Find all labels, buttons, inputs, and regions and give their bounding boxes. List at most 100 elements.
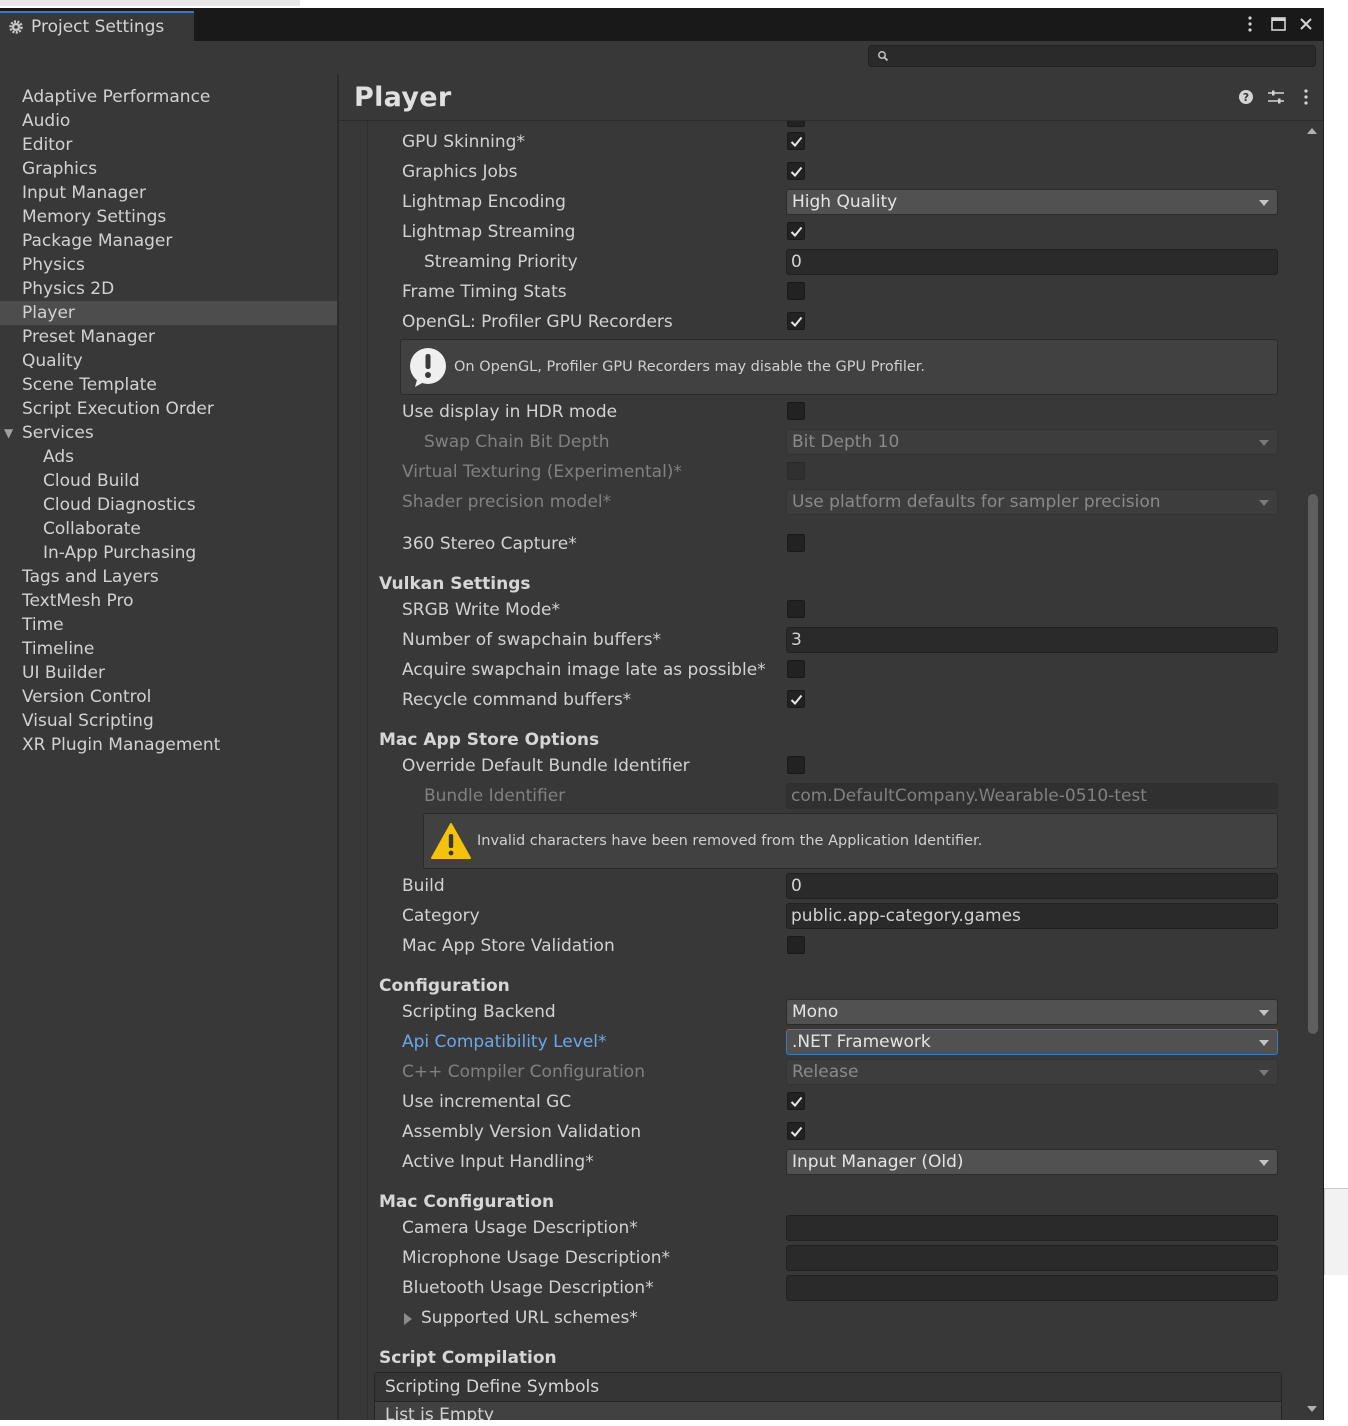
- sidebar-item-label: Physics: [22, 255, 85, 275]
- sidebar-item-time[interactable]: Time: [0, 613, 337, 637]
- sidebar-item-label: Time: [22, 615, 64, 635]
- row-override-bundle: Override Default Bundle Identifier: [368, 751, 1294, 781]
- sidebar-item-label: Cloud Build: [43, 471, 140, 491]
- sidebar-item-player[interactable]: Player: [0, 301, 337, 325]
- row-label: Lightmap Encoding: [402, 192, 566, 212]
- help-icon[interactable]: ?: [1237, 88, 1255, 106]
- bluetooth-usage-field[interactable]: [786, 1275, 1278, 1301]
- sidebar-item-textmesh-pro[interactable]: TextMesh Pro: [0, 589, 337, 613]
- build-field[interactable]: 0: [786, 873, 1278, 899]
- tab-title: Project Settings: [31, 17, 165, 37]
- sidebar-item-preset-manager[interactable]: Preset Manager: [0, 325, 337, 349]
- row-label: Graphics Jobs: [402, 162, 518, 182]
- sidebar-item-label: UI Builder: [22, 663, 105, 683]
- row-assembly-validation: Assembly Version Validation: [368, 1117, 1294, 1147]
- sidebar-item-quality[interactable]: Quality: [0, 349, 337, 373]
- section-header: Mac App Store Options: [379, 730, 600, 750]
- gpu-skinning-checkbox[interactable]: [787, 132, 805, 150]
- bundle-identifier-field: com.DefaultCompany.Wearable-0510-test: [786, 783, 1278, 809]
- warning-icon: [431, 823, 471, 859]
- input-handling-dropdown[interactable]: Input Manager (Old): [786, 1149, 1278, 1175]
- app-store-validation-checkbox[interactable]: [787, 936, 805, 954]
- sidebar-item-in-app-purchasing[interactable]: In-App Purchasing: [0, 541, 337, 565]
- sidebar-item-ui-builder[interactable]: UI Builder: [0, 661, 337, 685]
- frame-timing-checkbox[interactable]: [787, 282, 805, 300]
- hdr-mode-checkbox[interactable]: [787, 402, 805, 420]
- sidebar-item-collaborate[interactable]: Collaborate: [0, 517, 337, 541]
- sidebar-item-cloud-build[interactable]: Cloud Build: [0, 469, 337, 493]
- row-label: Bundle Identifier: [424, 786, 566, 806]
- sidebar-item-label: Services: [22, 423, 94, 443]
- kebab-menu-icon[interactable]: [1297, 88, 1315, 106]
- sidebar-item-xr-plugin-management[interactable]: XR Plugin Management: [0, 733, 337, 757]
- warning-helpbox: Invalid characters have been removed fro…: [423, 813, 1278, 869]
- sidebar-item-services[interactable]: ▼ Services: [0, 421, 337, 445]
- assembly-validation-checkbox[interactable]: [787, 1122, 805, 1140]
- sidebar-item-editor[interactable]: Editor: [0, 133, 337, 157]
- sidebar-item-physics-2d[interactable]: Physics 2D: [0, 277, 337, 301]
- dropdown-value: Release: [792, 1062, 859, 1082]
- sidebar-item-label: XR Plugin Management: [22, 735, 221, 755]
- camera-usage-field[interactable]: [786, 1215, 1278, 1241]
- sidebar-item-scene-template[interactable]: Scene Template: [0, 373, 337, 397]
- sidebar-item-cloud-diagnostics[interactable]: Cloud Diagnostics: [0, 493, 337, 517]
- row-scripting-backend: Scripting Backend Mono: [368, 997, 1294, 1027]
- preset-icon[interactable]: [1267, 88, 1285, 106]
- swapchain-buffers-field[interactable]: 3: [786, 627, 1278, 653]
- api-compatibility-dropdown[interactable]: .NET Framework: [786, 1029, 1278, 1055]
- srgb-write-checkbox[interactable]: [787, 600, 805, 618]
- acquire-late-checkbox[interactable]: [787, 660, 805, 678]
- sidebar-item-timeline[interactable]: Timeline: [0, 637, 337, 661]
- scroll-up-arrow-icon[interactable]: [1307, 128, 1317, 134]
- maximize-icon[interactable]: [1269, 13, 1287, 35]
- row-label: Bluetooth Usage Description*: [402, 1278, 654, 1298]
- row-label: Recycle command buffers*: [402, 690, 632, 710]
- vertical-scrollbar[interactable]: [1303, 120, 1323, 1420]
- sidebar-item-visual-scripting[interactable]: Visual Scripting: [0, 709, 337, 733]
- sidebar-item-tags-and-layers[interactable]: Tags and Layers: [0, 565, 337, 589]
- tab-project-settings[interactable]: Project Settings: [0, 11, 194, 41]
- title-bar: Project Settings: [0, 8, 1323, 41]
- opengl-profiler-checkbox[interactable]: [787, 312, 805, 330]
- row-stereo-capture: 360 Stereo Capture*: [368, 529, 1294, 559]
- sidebar-item-version-control[interactable]: Version Control: [0, 685, 337, 709]
- sidebar-item-audio[interactable]: Audio: [0, 109, 337, 133]
- sidebar-item-script-execution-order[interactable]: Script Execution Order: [0, 397, 337, 421]
- scripting-backend-dropdown[interactable]: Mono: [786, 999, 1278, 1025]
- sidebar-item-graphics[interactable]: Graphics: [0, 157, 337, 181]
- graphics-jobs-checkbox[interactable]: [787, 162, 805, 180]
- sidebar-item-adaptive-performance[interactable]: Adaptive Performance: [0, 85, 337, 109]
- streaming-priority-field[interactable]: 0: [786, 249, 1278, 275]
- stereo-capture-checkbox[interactable]: [787, 534, 805, 552]
- info-icon: [410, 348, 446, 387]
- sidebar-item-label: Package Manager: [22, 231, 173, 251]
- sidebar-item-package-manager[interactable]: Package Manager: [0, 229, 337, 253]
- url-schemes-foldout[interactable]: Supported URL schemes*: [368, 1303, 1294, 1333]
- checkmark-icon: [790, 136, 802, 147]
- recycle-buffers-checkbox[interactable]: [787, 690, 805, 708]
- row-lightmap-streaming: Lightmap Streaming: [368, 217, 1294, 247]
- incremental-gc-checkbox[interactable]: [787, 1092, 805, 1110]
- scroll-down-arrow-icon[interactable]: [1307, 1406, 1317, 1412]
- chevron-down-icon: [1259, 500, 1269, 506]
- sidebar-item-label: Timeline: [22, 639, 95, 659]
- override-bundle-checkbox[interactable]: [787, 756, 805, 774]
- row-label: Lightmap Streaming: [402, 222, 576, 242]
- microphone-usage-field[interactable]: [786, 1245, 1278, 1271]
- category-field[interactable]: public.app-category.games: [786, 903, 1278, 929]
- lightmap-streaming-checkbox[interactable]: [787, 222, 805, 240]
- search-input[interactable]: [868, 45, 1316, 67]
- caret-down-icon[interactable]: ▼: [4, 421, 13, 445]
- sidebar-item-physics[interactable]: Physics: [0, 253, 337, 277]
- row-shader-precision: Shader precision model* Use platform def…: [368, 487, 1294, 517]
- close-icon[interactable]: [1297, 13, 1315, 35]
- sidebar-item-ads[interactable]: Ads: [0, 445, 337, 469]
- lightmap-encoding-dropdown[interactable]: High Quality: [786, 189, 1278, 215]
- sidebar-item-label: Editor: [22, 135, 73, 155]
- scroll-thumb[interactable]: [1308, 494, 1318, 1034]
- sidebar-item-label: Cloud Diagnostics: [43, 495, 196, 515]
- kebab-menu-icon[interactable]: [1241, 13, 1259, 35]
- sidebar-item-memory-settings[interactable]: Memory Settings: [0, 205, 337, 229]
- sidebar-item-input-manager[interactable]: Input Manager: [0, 181, 337, 205]
- row-bundle-identifier: Bundle Identifier com.DefaultCompany.Wea…: [368, 781, 1294, 811]
